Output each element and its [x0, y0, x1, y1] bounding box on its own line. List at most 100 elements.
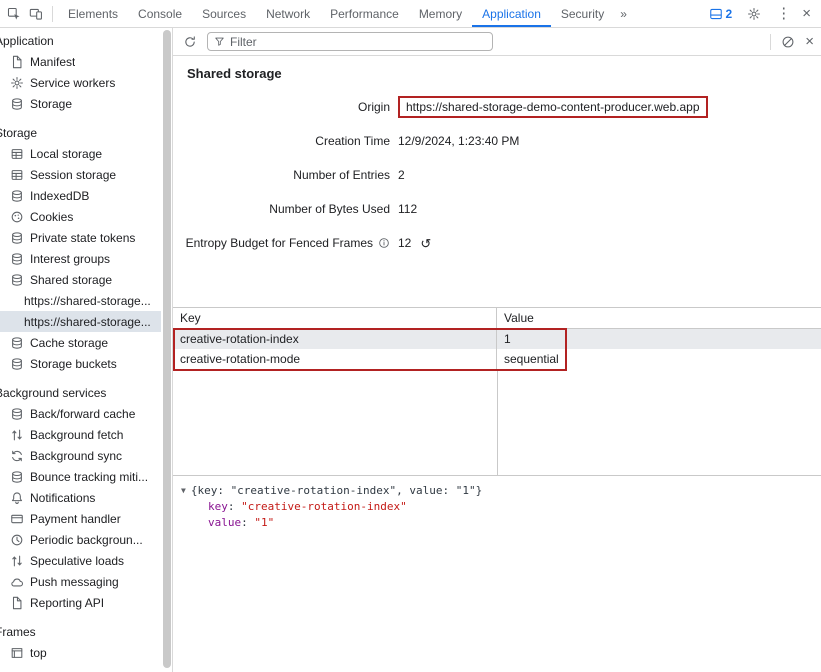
sidebar-item-indexeddb[interactable]: IndexedDB — [0, 185, 161, 206]
table-icon — [9, 146, 24, 161]
sidebar-item-storage-buckets[interactable]: Storage buckets — [0, 353, 161, 374]
filter-input[interactable]: Filter — [207, 32, 493, 51]
delete-all-icon[interactable] — [778, 32, 798, 52]
field-label: Number of Entries — [173, 168, 390, 182]
tab-elements[interactable]: Elements — [58, 0, 128, 27]
field-label: Origin — [173, 100, 390, 114]
shared-storage-panel: Filter × Shared storage Origin https://s… — [173, 28, 821, 672]
tab-security[interactable]: Security — [551, 0, 614, 27]
sidebar-item-payment-handler[interactable]: Payment handler — [0, 508, 161, 529]
info-icon[interactable] — [378, 237, 390, 249]
tab-sources[interactable]: Sources — [192, 0, 256, 27]
field-value: 2 — [398, 168, 405, 182]
sidebar-scrollbar[interactable] — [161, 28, 173, 672]
table-row[interactable]: creative-rotation-index 1 — [173, 329, 821, 349]
sidebar-item-cache-storage[interactable]: Cache storage — [0, 332, 161, 353]
key-cell: creative-rotation-mode — [173, 349, 497, 369]
field-label: Creation Time — [173, 134, 390, 148]
payment-icon — [9, 511, 24, 526]
sidebar-item-speculative-loads[interactable]: Speculative loads — [0, 550, 161, 571]
frame-icon — [9, 645, 24, 660]
document-icon — [9, 595, 24, 610]
sidebar-item-periodic-backgroun[interactable]: Periodic backgroun... — [0, 529, 161, 550]
arrows-vertical-icon — [9, 427, 24, 442]
tab-performance[interactable]: Performance — [320, 0, 409, 27]
field-value: https://shared-storage-demo-content-prod… — [398, 96, 708, 118]
sidebar-item-manifest[interactable]: Manifest — [0, 51, 161, 72]
cloud-icon — [9, 574, 24, 589]
sidebar-section-application: Application Manifest Service workers Sto… — [0, 34, 161, 114]
tab-console[interactable]: Console — [128, 0, 192, 27]
field-value: 112 — [398, 202, 417, 216]
inspect-element-icon[interactable] — [3, 3, 25, 25]
toolbar-divider — [770, 34, 771, 50]
bell-icon — [9, 490, 24, 505]
table-icon — [9, 167, 24, 182]
column-header-key[interactable]: Key — [173, 308, 497, 328]
filter-placeholder: Filter — [230, 35, 257, 49]
delete-selected-icon[interactable]: × — [805, 34, 814, 49]
value-cell: 1 — [497, 329, 821, 349]
close-devtools-icon[interactable]: × — [802, 6, 811, 21]
sidebar-item-private-state-tokens[interactable]: Private state tokens — [0, 227, 161, 248]
badge-count: 2 — [726, 7, 733, 21]
sidebar-item-background-sync[interactable]: Background sync — [0, 445, 161, 466]
field-value: 12 ↺ — [398, 236, 431, 250]
field-number-of-bytes-used: Number of Bytes Used 112 — [173, 199, 821, 219]
database-icon — [9, 356, 24, 371]
database-icon — [9, 251, 24, 266]
sidebar-item-top[interactable]: top — [0, 642, 161, 663]
preview-value: "1" — [254, 516, 274, 529]
device-toolbar-icon[interactable] — [25, 3, 47, 25]
document-icon — [9, 54, 24, 69]
field-entropy-budget-for-fenced-frames: Entropy Budget for Fenced Frames 12 ↺ — [173, 233, 821, 253]
drawer-badge[interactable]: 2 — [709, 7, 733, 21]
cookie-icon — [9, 209, 24, 224]
sidebar-item-notifications[interactable]: Notifications — [0, 487, 161, 508]
sidebar-item-https-shared-storage[interactable]: https://shared-storage... — [0, 290, 161, 311]
panel-tabs: ElementsConsoleSourcesNetworkPerformance… — [58, 0, 614, 27]
preview-key: value — [208, 516, 241, 529]
table-empty-area — [173, 369, 821, 475]
tabbar-actions: 2 ⋮ × — [709, 3, 821, 25]
more-options-icon[interactable]: ⋮ — [776, 6, 791, 21]
metadata-fields: Origin https://shared-storage-demo-conte… — [173, 97, 821, 267]
sidebar-section-frames: Frames top — [0, 625, 161, 663]
sidebar-item-https-shared-storage[interactable]: https://shared-storage... — [0, 311, 161, 332]
field-label: Entropy Budget for Fenced Frames — [173, 236, 390, 250]
value-cell: sequential — [497, 349, 821, 369]
sidebar-item-bounce-tracking-miti[interactable]: Bounce tracking miti... — [0, 466, 161, 487]
column-header-value[interactable]: Value — [497, 308, 821, 328]
more-tabs-chevron-icon[interactable]: » — [614, 7, 634, 21]
sync-icon — [9, 448, 24, 463]
sidebar-item-reporting-api[interactable]: Reporting API — [0, 592, 161, 613]
preview-key: key — [208, 500, 228, 513]
expand-triangle-icon[interactable]: ▼ — [181, 486, 186, 495]
field-number-of-entries: Number of Entries 2 — [173, 165, 821, 185]
refresh-icon[interactable] — [180, 32, 200, 52]
sidebar-section-title: Frames — [0, 625, 161, 639]
sidebar-item-local-storage[interactable]: Local storage — [0, 143, 161, 164]
scrollbar-thumb[interactable] — [163, 30, 171, 668]
reset-budget-icon[interactable]: ↺ — [420, 237, 431, 250]
database-icon — [9, 272, 24, 287]
sidebar-item-interest-groups[interactable]: Interest groups — [0, 248, 161, 269]
tab-memory[interactable]: Memory — [409, 0, 472, 27]
sidebar-item-cookies[interactable]: Cookies — [0, 206, 161, 227]
database-icon — [9, 96, 24, 111]
settings-gear-icon[interactable] — [743, 3, 765, 25]
sidebar-section-background-services: Background services Back/forward cache B… — [0, 386, 161, 613]
table-row[interactable]: creative-rotation-mode sequential — [173, 349, 821, 369]
sidebar-item-shared-storage[interactable]: Shared storage — [0, 269, 161, 290]
sidebar-item-session-storage[interactable]: Session storage — [0, 164, 161, 185]
sidebar-item-service-workers[interactable]: Service workers — [0, 72, 161, 93]
sidebar-item-storage[interactable]: Storage — [0, 93, 161, 114]
database-icon — [9, 469, 24, 484]
storage-content: Shared storage Origin https://shared-sto… — [173, 56, 821, 672]
tab-application[interactable]: Application — [472, 0, 551, 27]
sidebar-section-title: Storage — [0, 126, 161, 140]
sidebar-item-back-forward-cache[interactable]: Back/forward cache — [0, 403, 161, 424]
sidebar-item-push-messaging[interactable]: Push messaging — [0, 571, 161, 592]
tab-network[interactable]: Network — [256, 0, 320, 27]
sidebar-item-background-fetch[interactable]: Background fetch — [0, 424, 161, 445]
